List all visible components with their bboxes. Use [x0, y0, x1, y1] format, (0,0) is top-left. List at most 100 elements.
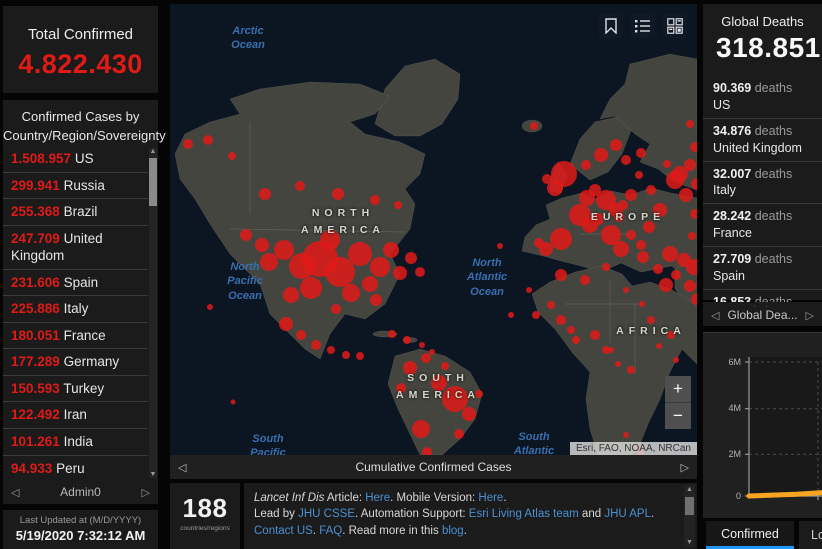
case-row-germany[interactable]: 177.289 Germany	[3, 349, 148, 376]
death-row-italy[interactable]: 32.007 deathsItaly	[703, 162, 822, 205]
case-count: 225.886	[11, 301, 60, 316]
case-count: 177.289	[11, 354, 60, 369]
death-row-us[interactable]: 90.369 deathsUS	[703, 76, 822, 119]
case-row-turkey[interactable]: 150.593 Turkey	[3, 376, 148, 403]
esri-living-atlas-link[interactable]: Esri Living Atlas team	[469, 508, 579, 520]
trend-chart-panel[interactable]: 6M 4M 2M 0	[703, 333, 822, 518]
case-country: India	[64, 434, 93, 449]
deaths-word: deaths	[755, 81, 793, 95]
map-toolbar	[599, 14, 687, 38]
ocean-label-south-pacific: South Pacific Ocean	[241, 432, 295, 455]
deaths-pager: · · ◁ Global Dea... ▷	[703, 302, 822, 326]
death-country: US	[713, 97, 822, 114]
bookmark-icon[interactable]	[599, 14, 623, 38]
case-row-iran[interactable]: 122.492 Iran	[3, 402, 148, 429]
jhu-apl-link[interactable]: JHU APL	[604, 508, 651, 520]
case-country: France	[64, 328, 106, 343]
cases-list[interactable]: 1.508.957 US 299.941 Russia 255.368 Braz…	[3, 146, 148, 480]
covid-dashboard: Total Confirmed 4.822.430 Confirmed Case…	[0, 0, 822, 549]
info-segment: . Read more in this	[342, 525, 442, 537]
case-row-spain[interactable]: 231.606 Spain	[3, 270, 148, 297]
case-count: 150.593	[11, 381, 60, 396]
pager-next-icon[interactable]: ▷	[142, 486, 150, 499]
cases-pager-label: Admin0	[60, 485, 101, 499]
ytick-4m: 4M	[711, 403, 741, 413]
deaths-word: deaths	[755, 124, 793, 138]
info-scrollbar[interactable]: ▲ ▼	[684, 485, 695, 547]
death-count: 28.242	[713, 209, 751, 223]
total-confirmed-panel: Total Confirmed 4.822.430	[3, 6, 158, 93]
death-row-spain[interactable]: 27.709 deathsSpain	[703, 247, 822, 290]
case-country: Iran	[64, 407, 87, 422]
last-updated-panel: Last Updated at (M/D/YYYY) 5/19/2020 7:3…	[3, 510, 158, 549]
case-row-india[interactable]: 101.261 India	[3, 429, 148, 456]
case-count: 94.933	[11, 461, 52, 476]
total-confirmed-title: Total Confirmed	[3, 26, 158, 43]
info-panel: Lancet Inf Dis Article: Here. Mobile Ver…	[244, 483, 697, 549]
zoom-out-button[interactable]: −	[665, 403, 691, 429]
global-deaths-value: 318.851	[716, 32, 822, 64]
tab-confirmed[interactable]: Confirmed	[706, 521, 794, 549]
info-segment: and	[579, 508, 605, 520]
info-segment: Lead by	[254, 508, 298, 520]
deaths-list[interactable]: 90.369 deathsUS 34.876 deathsUnited King…	[703, 76, 822, 300]
pager-prev-icon[interactable]: ◁	[11, 486, 19, 499]
legend-list-icon[interactable]	[631, 14, 655, 38]
ytick-0: 0	[711, 491, 741, 501]
case-row-brazil[interactable]: 255.368 Brazil	[3, 199, 148, 226]
scroll-up-icon[interactable]: ▲	[684, 486, 695, 493]
case-count: 1.508.957	[11, 151, 71, 166]
death-row-united-kingdom[interactable]: 34.876 deathsUnited Kingdom	[703, 119, 822, 162]
case-count: 255.368	[11, 204, 60, 219]
ocean-label-south-atlantic: South Atlantic Ocean	[504, 430, 564, 455]
zoom-in-button[interactable]: +	[665, 376, 691, 402]
deaths-word: deaths	[755, 167, 793, 181]
case-count: 101.261	[11, 434, 60, 449]
info-segment: .	[651, 508, 654, 520]
death-country: Italy	[713, 182, 822, 199]
layer-next-icon[interactable]: ▷	[681, 461, 689, 474]
info-segment: . Automation Support:	[355, 508, 469, 520]
case-count: 299.941	[11, 178, 60, 193]
blog-link[interactable]: blog	[442, 525, 464, 537]
cases-header-line1: Confirmed Cases by	[3, 108, 158, 127]
pager-prev-icon[interactable]: ◁	[711, 309, 719, 322]
countries-count: 188	[170, 493, 240, 524]
scroll-down-icon[interactable]: ▼	[684, 539, 695, 546]
death-count: 34.876	[713, 124, 751, 138]
faq-link[interactable]: FAQ	[319, 525, 342, 537]
basemap-grid-icon[interactable]	[663, 14, 687, 38]
cases-scrollbar[interactable]: ▲ ▼	[149, 148, 157, 478]
case-count: 247.709	[11, 231, 60, 246]
case-row-united-kingdom[interactable]: 247.709 United Kingdom	[3, 226, 148, 270]
case-count: 122.492	[11, 407, 60, 422]
world-map[interactable]: Arctic Ocean North Pacific Ocean North A…	[170, 4, 697, 455]
case-row-us[interactable]: 1.508.957 US	[3, 146, 148, 173]
case-row-italy[interactable]: 225.886 Italy	[3, 296, 148, 323]
case-row-peru[interactable]: 94.933 Peru	[3, 456, 148, 480]
ytick-2m: 2M	[711, 449, 741, 459]
info-segment: .	[503, 492, 506, 504]
jhu-csse-link[interactable]: JHU CSSE	[298, 508, 355, 520]
layer-prev-icon[interactable]: ◁	[178, 461, 186, 474]
death-row-france[interactable]: 28.242 deathsFrance	[703, 204, 822, 247]
ocean-label-north-atlantic: North Atlantic Ocean	[457, 256, 517, 299]
mobile-version-link[interactable]: Here	[478, 492, 503, 504]
scrollbar-thumb[interactable]	[149, 158, 157, 206]
scrollbar-thumb[interactable]	[685, 497, 694, 515]
ocean-label-arctic: Arctic Ocean	[223, 24, 273, 53]
case-country: Brazil	[64, 204, 98, 219]
case-count: 231.606	[11, 275, 60, 290]
contact-us-link[interactable]: Contact US	[254, 525, 313, 537]
case-country: Spain	[64, 275, 99, 290]
continent-label-north-america: NORTH AMERICA	[282, 205, 404, 239]
info-segment: Article:	[324, 492, 365, 504]
case-row-russia[interactable]: 299.941 Russia	[3, 173, 148, 200]
pager-next-icon[interactable]: ▷	[806, 309, 814, 322]
case-row-france[interactable]: 180.051 France	[3, 323, 148, 350]
tab-logarithmic[interactable]: Logarithmic	[799, 521, 822, 549]
scroll-down-icon[interactable]: ▼	[149, 471, 157, 478]
case-country: Italy	[64, 301, 89, 316]
scroll-up-icon[interactable]: ▲	[149, 148, 157, 155]
article-link[interactable]: Here	[365, 492, 390, 504]
